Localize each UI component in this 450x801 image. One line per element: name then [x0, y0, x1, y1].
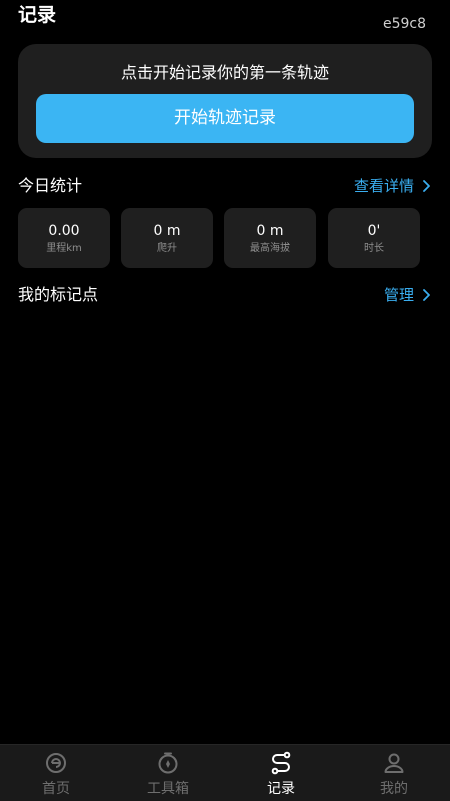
chevron-right-icon: [423, 289, 430, 301]
stat-value: 0.00: [48, 223, 80, 239]
today-stats-row: 0.00 里程km 0 m 爬升 0 m 最高海拔 0' 时长: [18, 208, 420, 268]
tab-label: 首页: [42, 781, 70, 797]
view-details-link[interactable]: 查看详情: [354, 174, 432, 198]
track-route-icon: [271, 751, 291, 775]
device-code: e59c8: [382, 16, 426, 32]
stat-card-duration: 0' 时长: [328, 208, 420, 268]
stopwatch-icon: [158, 752, 178, 774]
view-details-label: 查看详情: [353, 177, 414, 195]
page-title: 记录: [18, 4, 57, 26]
tab-bar: 首页 工具箱 记录 我的: [0, 744, 450, 801]
stat-value: 0 m: [256, 223, 284, 239]
home-icon: [46, 753, 66, 773]
markers-title: 我的标记点: [18, 285, 99, 304]
manage-label: 管理: [383, 286, 414, 304]
stat-label: 里程km: [46, 243, 82, 254]
start-track-button[interactable]: 开始轨迹记录: [36, 94, 414, 143]
person-icon: [384, 753, 404, 773]
tab-label: 记录: [267, 781, 295, 797]
start-prompt: 点击开始记录你的第一条轨迹: [120, 63, 329, 82]
stat-value: 0 m: [153, 223, 181, 239]
stat-card-distance: 0.00 里程km: [18, 208, 110, 268]
today-stats-title: 今日统计: [18, 176, 83, 195]
tab-label: 工具箱: [147, 781, 189, 797]
stat-label: 爬升: [157, 243, 177, 254]
tab-mine[interactable]: 我的: [338, 745, 450, 801]
tab-toolbox[interactable]: 工具箱: [112, 745, 224, 801]
today-stats-header: 今日统计 查看详情: [18, 174, 432, 198]
stat-label: 时长: [364, 243, 384, 254]
tab-label: 我的: [380, 781, 408, 797]
manage-markers-link[interactable]: 管理: [384, 283, 432, 307]
tab-record[interactable]: 记录: [225, 745, 337, 801]
start-track-card: 点击开始记录你的第一条轨迹 开始轨迹记录: [18, 44, 432, 158]
chevron-right-icon: [423, 180, 430, 192]
stat-label: 最高海拔: [250, 243, 290, 254]
stat-card-climb: 0 m 爬升: [121, 208, 213, 268]
tab-home[interactable]: 首页: [0, 745, 112, 801]
markers-header: 我的标记点 管理: [18, 283, 432, 307]
stat-card-max-altitude: 0 m 最高海拔: [224, 208, 316, 268]
stat-value: 0': [367, 223, 381, 239]
